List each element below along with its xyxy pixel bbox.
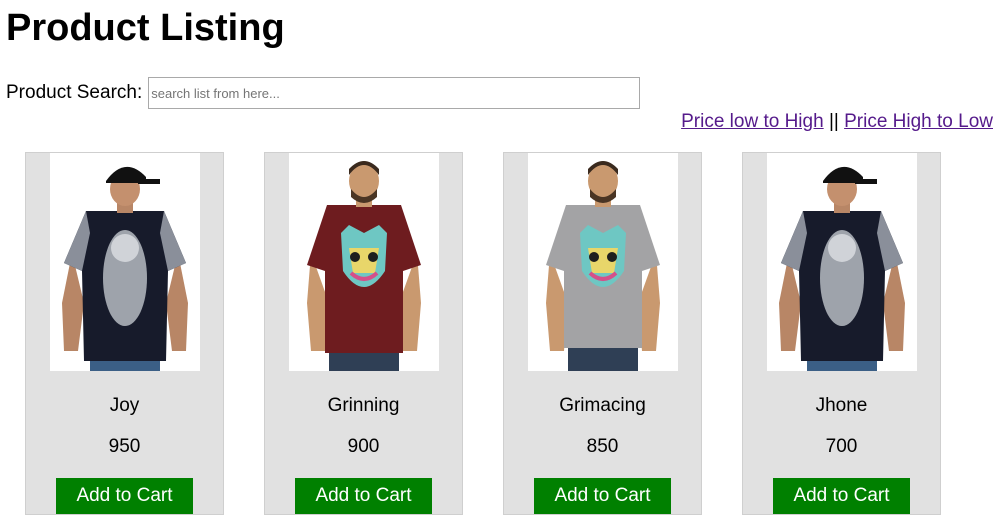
product-image — [289, 153, 439, 371]
add-to-cart-button[interactable]: Add to Cart — [56, 478, 193, 514]
product-card-1: Joy 950 Add to Cart — [25, 152, 224, 515]
product-price: 950 — [108, 436, 141, 457]
search-input[interactable] — [148, 77, 641, 109]
product-image — [767, 153, 917, 371]
add-to-cart-button[interactable]: Add to Cart — [773, 478, 910, 514]
product-name: Grinning — [327, 395, 400, 416]
sort-separator: || — [828, 111, 839, 132]
product-price: 900 — [347, 436, 380, 457]
product-card-2: Grinning 900 Add to Cart — [264, 152, 463, 515]
product-name: Joy — [109, 395, 140, 416]
product-price: 700 — [825, 436, 858, 457]
sort-low-to-high-link[interactable]: Price low to High — [681, 111, 824, 132]
product-card-3: Grimacing 850 Add to Cart — [503, 152, 702, 515]
add-to-cart-button[interactable]: Add to Cart — [295, 478, 432, 514]
product-card-4: Jhone 700 Add to Cart — [742, 152, 941, 515]
sort-high-to-low-link[interactable]: Price High to Low — [844, 111, 993, 132]
add-to-cart-button[interactable]: Add to Cart — [534, 478, 671, 514]
product-price: 850 — [586, 436, 619, 457]
search-label: Product Search: — [6, 82, 143, 103]
product-image — [50, 153, 200, 371]
product-image — [528, 153, 678, 371]
search-bar: Product Search: — [6, 75, 641, 111]
page-title: Product Listing — [6, 7, 285, 49]
product-name: Grimacing — [559, 395, 646, 416]
sort-controls: Price low to High || Price High to Low — [681, 110, 993, 134]
product-name: Jhone — [815, 395, 868, 416]
